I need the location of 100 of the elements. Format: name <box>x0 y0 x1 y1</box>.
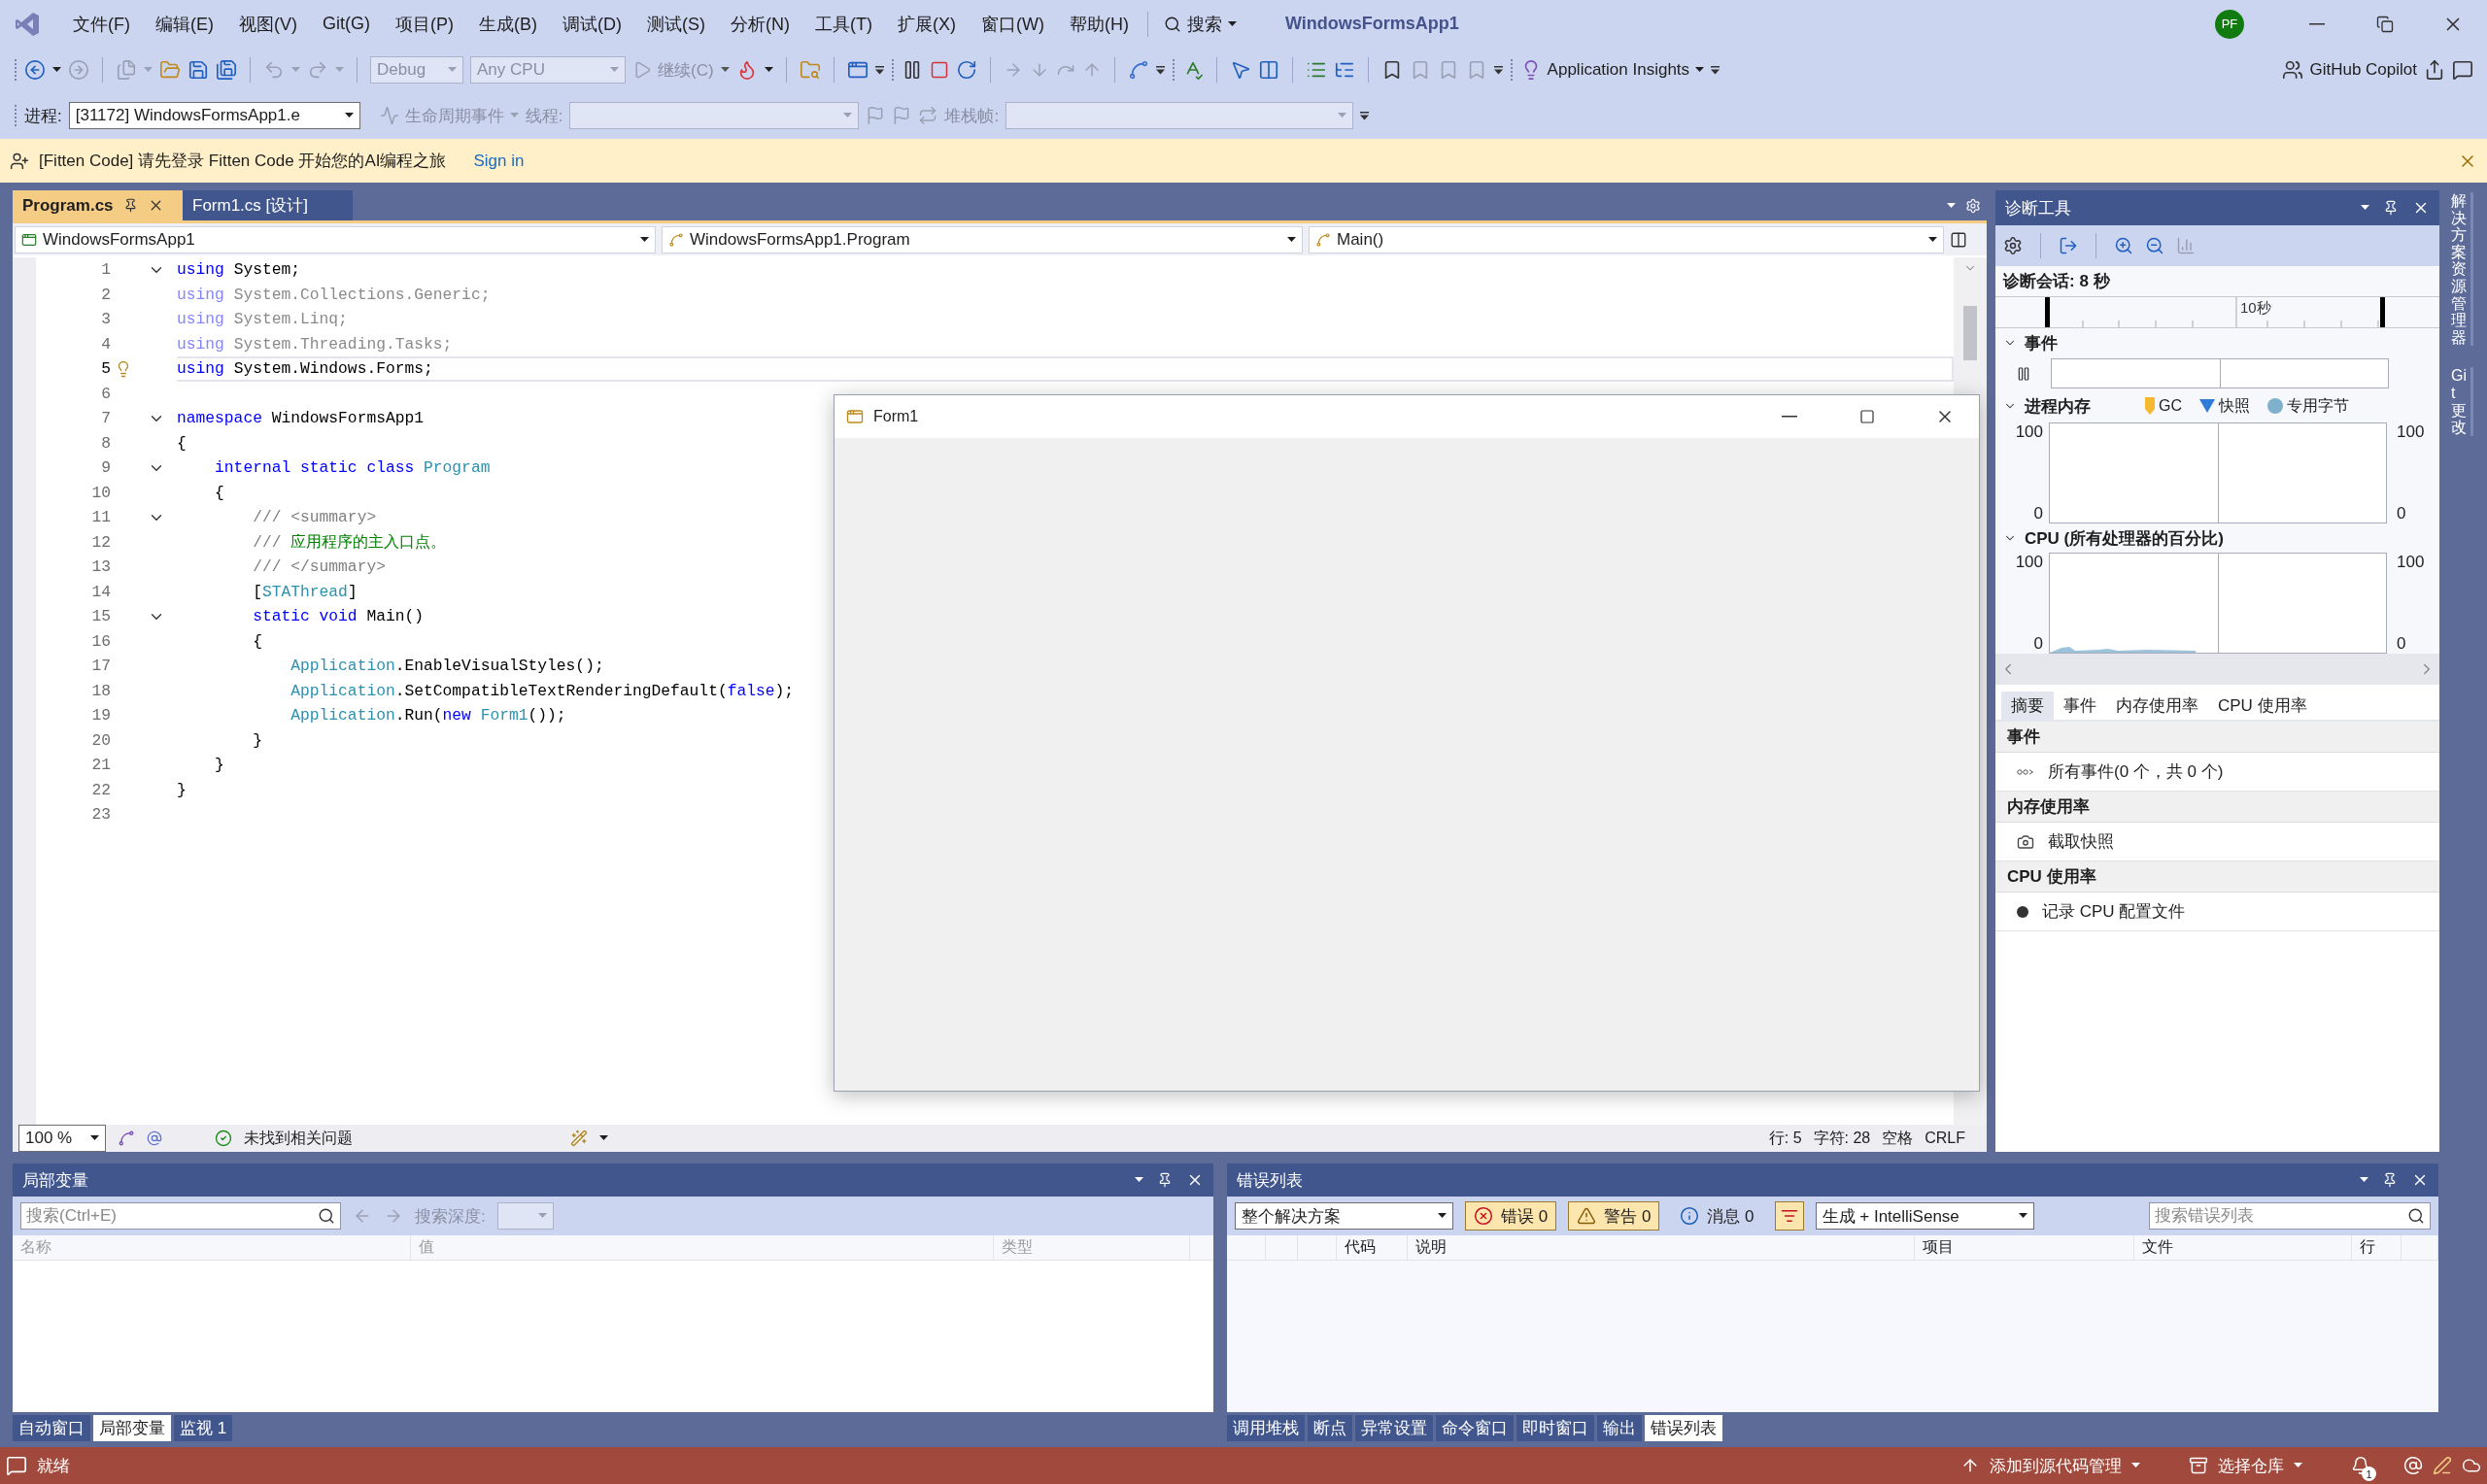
line-indicator[interactable]: 行: 5 <box>1768 1128 1802 1149</box>
navigation-dropdown[interactable]: WindowsFormsApp1.Program <box>662 225 1303 253</box>
split-icon[interactable] <box>1950 230 1967 249</box>
pen-icon[interactable] <box>2433 1456 2452 1475</box>
caret-icon[interactable] <box>2018 1213 2027 1219</box>
overflow-icon[interactable] <box>1493 65 1503 75</box>
wand-icon[interactable] <box>570 1130 588 1147</box>
source-control-button[interactable]: 添加到源代码管理 <box>1990 1454 2122 1477</box>
copilot-button[interactable]: GitHub Copilot <box>2282 59 2417 81</box>
issues-status[interactable]: 未找到相关问题 <box>244 1128 353 1149</box>
horizontal-scrollbar[interactable] <box>1995 654 2439 685</box>
pin-icon[interactable] <box>1157 1172 1173 1188</box>
section-item[interactable]: 截取快照 <box>2048 830 2114 853</box>
caret-icon[interactable] <box>2360 1177 2368 1183</box>
process-dropdown[interactable]: [31172] WindowsFormsApp1.e <box>68 102 360 129</box>
document-tab[interactable]: Form1.cs [设计] <box>183 190 353 220</box>
section-item[interactable]: 所有事件(0 个，共 0 个) <box>2048 760 2224 783</box>
navigation-dropdown[interactable]: WindowsFormsApp1 <box>15 225 656 253</box>
share-icon[interactable] <box>2424 59 2445 81</box>
search-icon[interactable] <box>318 1207 335 1225</box>
search-field[interactable]: 搜索错误列表 <box>2149 1202 2431 1230</box>
menu-item[interactable]: 测试(S) <box>634 8 718 40</box>
caret-icon[interactable] <box>1227 20 1237 27</box>
menu-item[interactable]: 调试(D) <box>550 8 634 40</box>
panel-tab[interactable]: 监视 1 <box>174 1415 233 1441</box>
side-tab[interactable]: 解决方案资源管理器 <box>2451 192 2473 347</box>
pin-icon[interactable] <box>2383 200 2399 216</box>
filter-toggle-button[interactable] <box>1774 1201 1804 1231</box>
overflow-icon[interactable] <box>1711 65 1720 75</box>
menu-item[interactable]: 编辑(E) <box>143 8 226 40</box>
diagnostics-tab[interactable]: 内存使用率 <box>2106 691 2208 720</box>
zoom-dropdown[interactable]: 100 % <box>18 1125 106 1152</box>
grip-icon[interactable] <box>14 58 17 82</box>
diagnostics-tab[interactable]: CPU 使用率 <box>2208 691 2317 720</box>
panel-tab[interactable]: 命令窗口 <box>1436 1415 1514 1441</box>
back-icon[interactable] <box>24 59 46 81</box>
panel-tab[interactable]: 局部变量 <box>93 1415 171 1441</box>
avatar[interactable]: PF <box>2215 9 2244 39</box>
cloud-icon[interactable] <box>2462 1456 2481 1475</box>
logo-icon[interactable] <box>14 10 41 38</box>
grip-icon[interactable] <box>890 58 895 82</box>
caret-icon[interactable] <box>764 67 773 73</box>
menu-item[interactable]: 工具(T) <box>802 8 885 40</box>
column-indicator[interactable]: 字符: 28 <box>1813 1128 1871 1149</box>
pin-icon[interactable] <box>122 198 138 213</box>
side-tab[interactable]: Git 更改 <box>2451 367 2473 436</box>
caret-icon[interactable] <box>640 236 649 243</box>
columns-icon[interactable] <box>1257 59 1279 81</box>
search-field[interactable]: 搜索(Ctrl+E) <box>20 1202 341 1230</box>
caret-icon[interactable] <box>1287 236 1296 243</box>
menu-item[interactable]: 文件(F) <box>60 8 143 40</box>
menu-item[interactable]: 扩展(X) <box>884 8 969 40</box>
window-icon[interactable] <box>846 59 869 81</box>
panel-tab[interactable]: 即时窗口 <box>1516 1415 1594 1441</box>
panel-tab[interactable]: 调用堆栈 <box>1227 1415 1305 1441</box>
section-item[interactable]: 记录 CPU 配置文件 <box>2042 900 2186 923</box>
restart-icon[interactable] <box>955 59 977 81</box>
panel-tab[interactable]: 自动窗口 <box>13 1415 90 1441</box>
stop-icon[interactable] <box>929 60 949 80</box>
menu-item[interactable]: 窗口(W) <box>968 8 1057 40</box>
caret-icon[interactable] <box>2361 205 2369 211</box>
panel-tab[interactable]: 输出 <box>1597 1415 1642 1441</box>
filter-button[interactable]: 消息 0 <box>1671 1201 1763 1231</box>
column-header[interactable]: 行 <box>2352 1235 2402 1260</box>
pin-icon[interactable] <box>2382 1172 2398 1188</box>
column-header[interactable]: 项目 <box>1915 1235 2134 1260</box>
curve-icon[interactable] <box>1127 59 1149 81</box>
whitespace-indicator[interactable]: 空格 <box>1882 1128 1914 1149</box>
column-header[interactable]: 代码 <box>1337 1235 1408 1260</box>
feedback-icon[interactable] <box>2452 59 2473 81</box>
diagnostics-tab[interactable]: 摘要 <box>2001 691 2054 720</box>
menu-item[interactable]: 视图(V) <box>226 8 310 40</box>
caret-icon[interactable] <box>1928 236 1937 243</box>
zoom-in-icon[interactable] <box>2114 236 2133 255</box>
save-all-icon[interactable] <box>216 59 237 81</box>
menu-item[interactable]: 生成(B) <box>466 8 550 40</box>
menu-item[interactable]: Git(G) <box>310 10 383 38</box>
menu-item[interactable]: 帮助(H) <box>1056 8 1141 40</box>
menu-item[interactable]: 项目(P) <box>383 8 466 40</box>
menu-item[interactable]: 分析(N) <box>718 8 802 40</box>
grip-icon[interactable] <box>1509 58 1514 82</box>
caret-icon[interactable] <box>1438 1213 1447 1219</box>
overflow-icon[interactable] <box>1155 65 1165 75</box>
panel-tab[interactable]: 异常设置 <box>1355 1415 1433 1441</box>
filter-button[interactable]: 警告 0 <box>1568 1201 1660 1231</box>
caret-icon[interactable] <box>52 67 61 73</box>
zoom-out-icon[interactable] <box>2145 236 2164 255</box>
diagnostics-tab[interactable]: 事件 <box>2054 691 2106 720</box>
caret-icon[interactable] <box>2294 1463 2302 1468</box>
caret-icon[interactable] <box>90 1135 99 1141</box>
document-tab[interactable]: Program.cs <box>13 190 183 220</box>
caret-icon[interactable] <box>1695 67 1705 73</box>
save-icon[interactable] <box>187 59 209 81</box>
source-dropdown[interactable]: 生成 + IntelliSense <box>1815 1202 2034 1230</box>
search-button[interactable]: 搜索 <box>1153 12 1246 36</box>
column-header[interactable]: 文件 <box>2134 1235 2352 1260</box>
export-icon[interactable] <box>2059 236 2078 255</box>
camera-icon[interactable] <box>2017 832 2034 851</box>
search-icon[interactable] <box>2407 1207 2425 1225</box>
settings-icon[interactable] <box>2003 236 2023 255</box>
